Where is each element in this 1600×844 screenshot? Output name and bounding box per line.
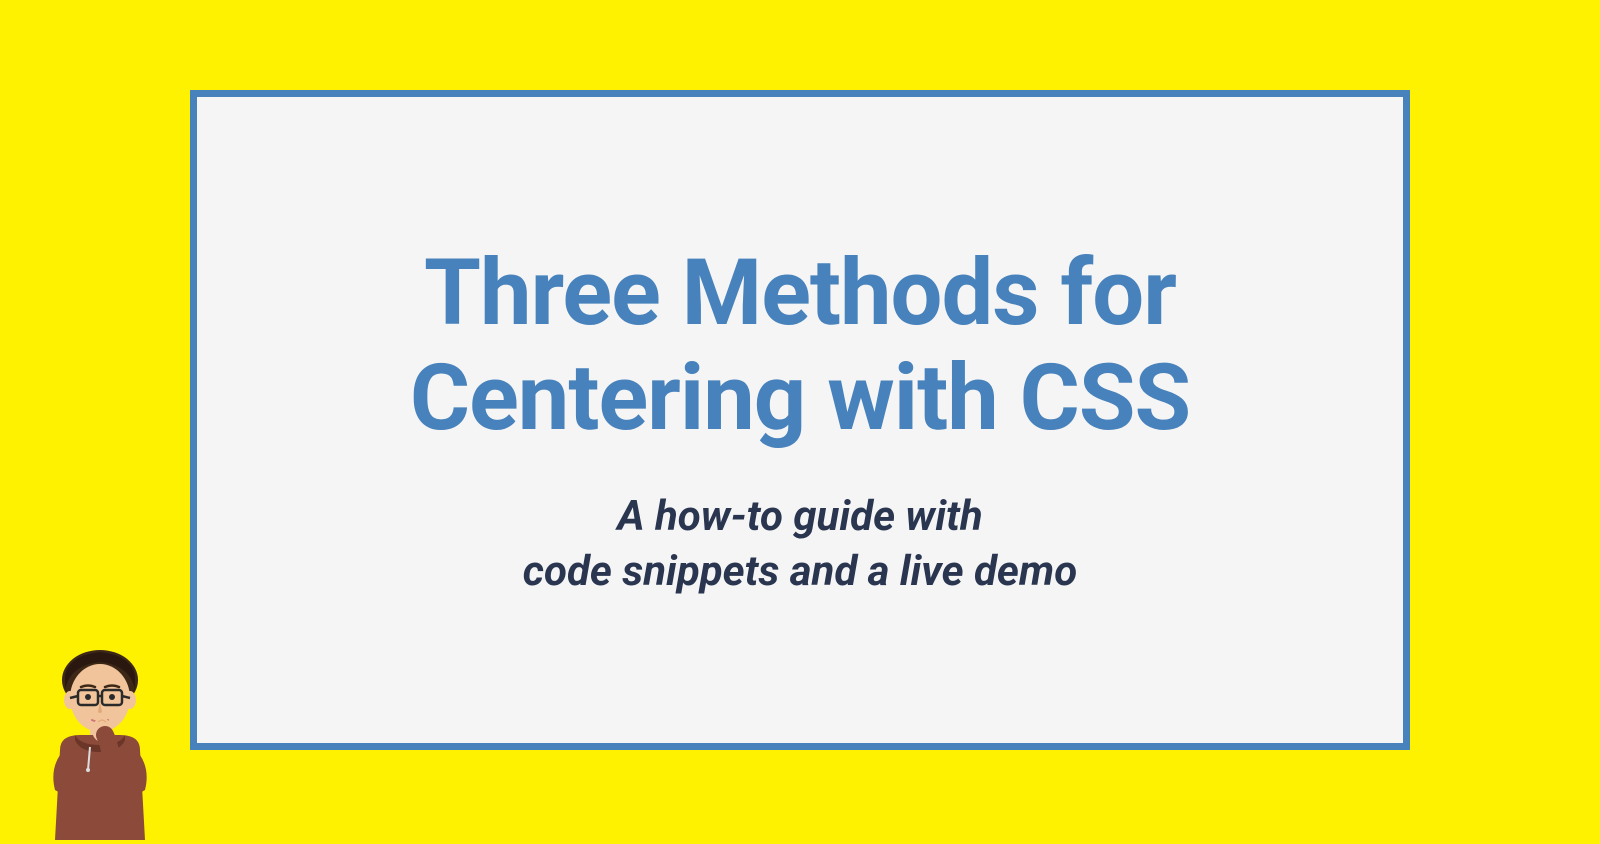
avatar-icon [30, 640, 170, 840]
page-title: Three Methods for Centering with CSS [257, 241, 1343, 453]
page-subtitle: A how-to guide with code snippets and a … [523, 490, 1077, 599]
subtitle-line-2: code snippets and a live demo [523, 547, 1077, 596]
title-card: Three Methods for Centering with CSS A h… [190, 90, 1410, 750]
subtitle-line-1: A how-to guide with [617, 492, 982, 541]
